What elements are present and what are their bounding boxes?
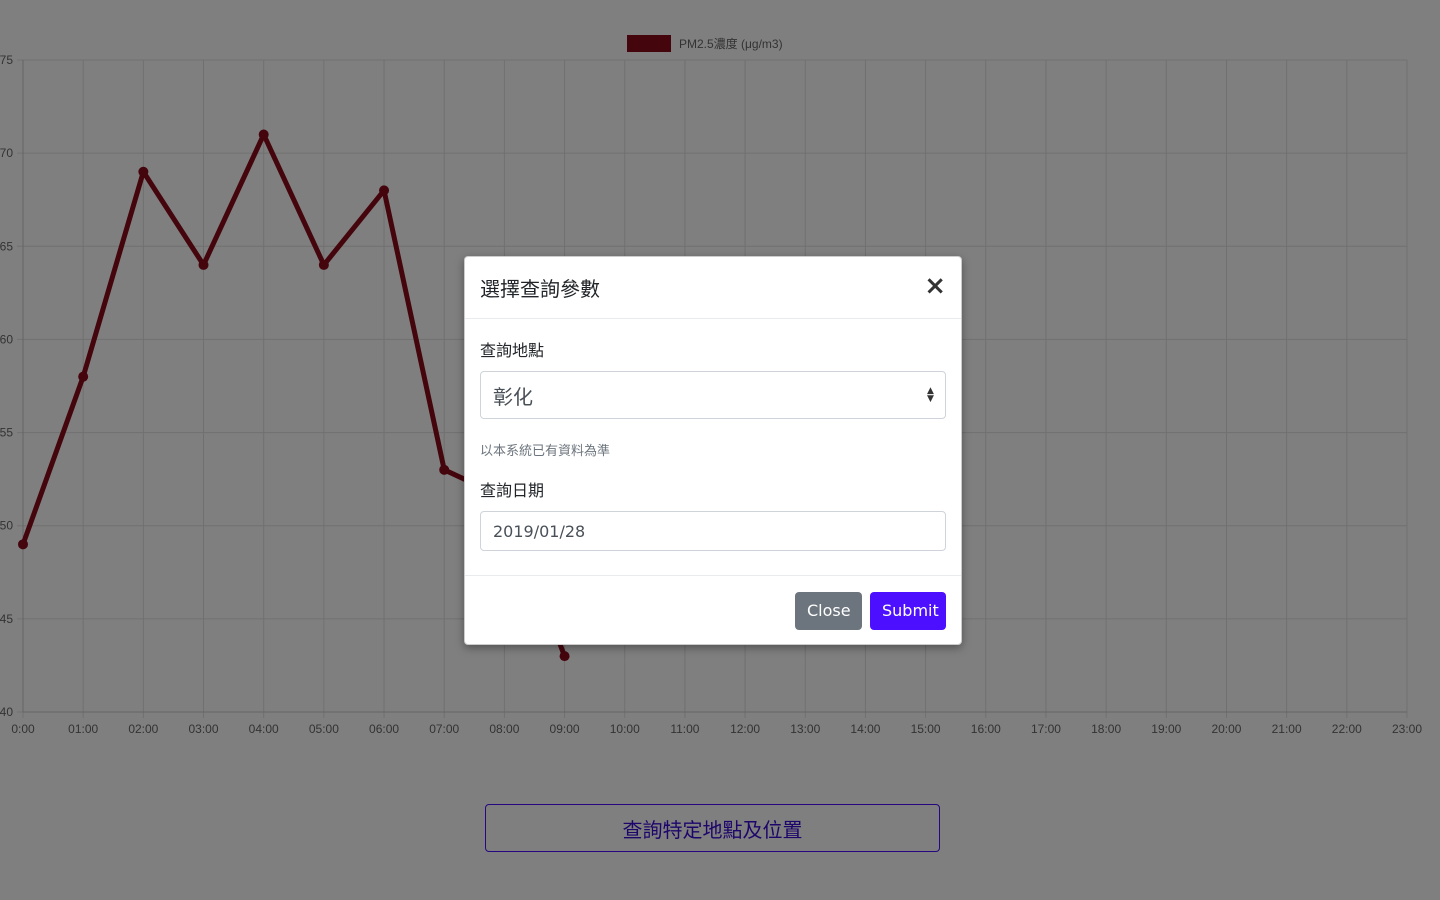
submit-button[interactable]: Submit (870, 591, 946, 630)
date-input[interactable] (480, 511, 946, 551)
location-label: 查詢地點 (480, 341, 545, 360)
location-help-text: 以本系統已有資料為準 (480, 444, 611, 459)
location-select[interactable]: 彰化 ▲ ▼ (480, 371, 946, 419)
modal-title: 選擇查詢參數 (480, 277, 600, 301)
location-select-value: 彰化 (493, 384, 533, 409)
close-button[interactable]: Close (795, 591, 862, 630)
query-parameters-modal: 選擇查詢參數 × 查詢地點 彰化 ▲▼ 以本系統已有資料為準 查詢日期 Clos… (464, 256, 962, 645)
date-label: 查詢日期 (480, 481, 545, 500)
modal-body: 查詢地點 彰化 ▲ ▼ 以本系統已有資料為準 查詢日期 (465, 319, 961, 574)
select-arrows-icon: ▲ ▼ (927, 386, 934, 404)
modal-footer: Close Submit (465, 575, 961, 645)
modal-header: 選擇查詢參數 × (465, 257, 961, 319)
close-icon[interactable]: × (924, 273, 946, 299)
